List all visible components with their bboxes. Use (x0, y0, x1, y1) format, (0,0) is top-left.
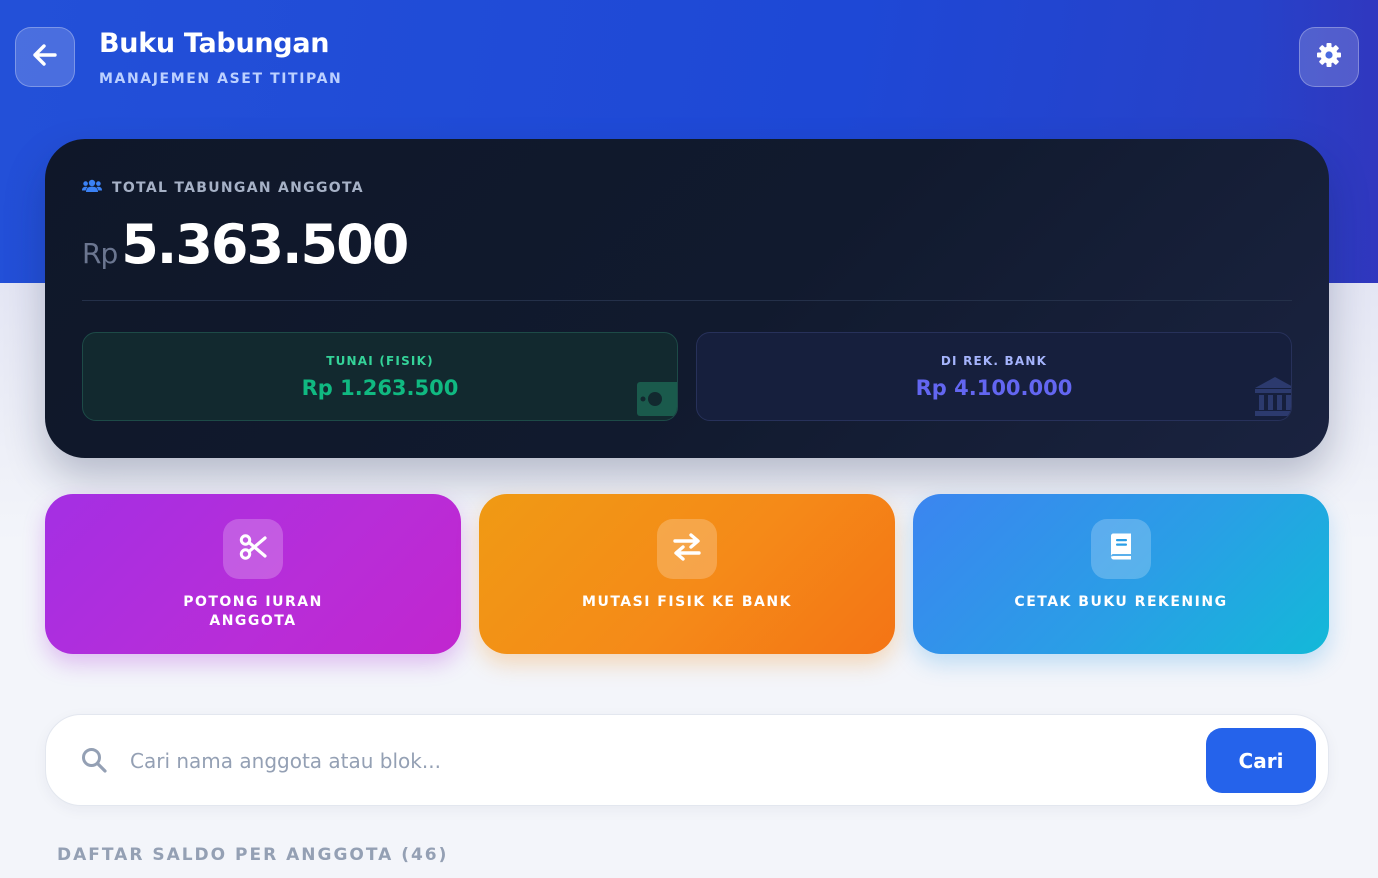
exchange-icon-box (657, 519, 717, 579)
scissors-icon-box (223, 519, 283, 579)
search-bar: Cari (45, 714, 1329, 806)
total-savings-label-row: TOTAL TABUNGAN ANGGOTA (82, 179, 364, 197)
settings-button[interactable] (1299, 27, 1359, 87)
cash-balance-label: TUNAI (FISIK) (326, 354, 434, 368)
total-savings-card: TOTAL TABUNGAN ANGGOTA Rp 5.363.500 TUNA… (45, 139, 1329, 458)
divider (82, 300, 1292, 301)
cash-balance-box: TUNAI (FISIK) Rp 1.263.500 (82, 332, 678, 421)
gear-icon (1316, 42, 1342, 72)
bank-balance-value: Rp 4.100.000 (915, 376, 1073, 400)
search-button[interactable]: Cari (1206, 728, 1316, 793)
print-account-book-label: CETAK BUKU REKENING (1014, 594, 1228, 610)
transfer-cash-to-bank-button[interactable]: MUTASI FISIK KE BANK (479, 494, 895, 654)
arrow-left-icon (33, 44, 57, 70)
cut-member-dues-label: POTONG IURAN ANGGOTA (183, 594, 323, 629)
bank-icon (1253, 374, 1291, 420)
money-bill-icon (633, 376, 677, 420)
back-button[interactable] (15, 27, 75, 87)
page-title: Buku Tabungan (99, 28, 330, 59)
search-input[interactable] (130, 743, 1190, 779)
exchange-arrows-icon (672, 533, 702, 565)
cut-member-dues-button[interactable]: POTONG IURAN ANGGOTA (45, 494, 461, 654)
print-account-book-button[interactable]: CETAK BUKU REKENING (913, 494, 1329, 654)
page-subtitle: MANAJEMEN ASET TITIPAN (99, 71, 343, 87)
search-icon (81, 747, 107, 777)
total-savings-amount: Rp 5.363.500 (82, 213, 409, 276)
member-balance-list-heading: DAFTAR SALDO PER ANGGOTA (46) (57, 845, 449, 865)
cash-balance-value: Rp 1.263.500 (301, 376, 459, 400)
book-icon (1109, 533, 1133, 565)
transfer-cash-to-bank-label: MUTASI FISIK KE BANK (582, 594, 792, 610)
bank-balance-label: DI REK. BANK (940, 354, 1048, 368)
bank-balance-box: DI REK. BANK Rp 4.100.000 (696, 332, 1292, 421)
book-icon-box (1091, 519, 1151, 579)
total-savings-label: TOTAL TABUNGAN ANGGOTA (112, 180, 364, 196)
total-savings-value: 5.363.500 (121, 213, 409, 276)
scissors-icon (238, 532, 268, 566)
users-icon (82, 179, 102, 197)
currency-symbol: Rp (82, 237, 118, 270)
